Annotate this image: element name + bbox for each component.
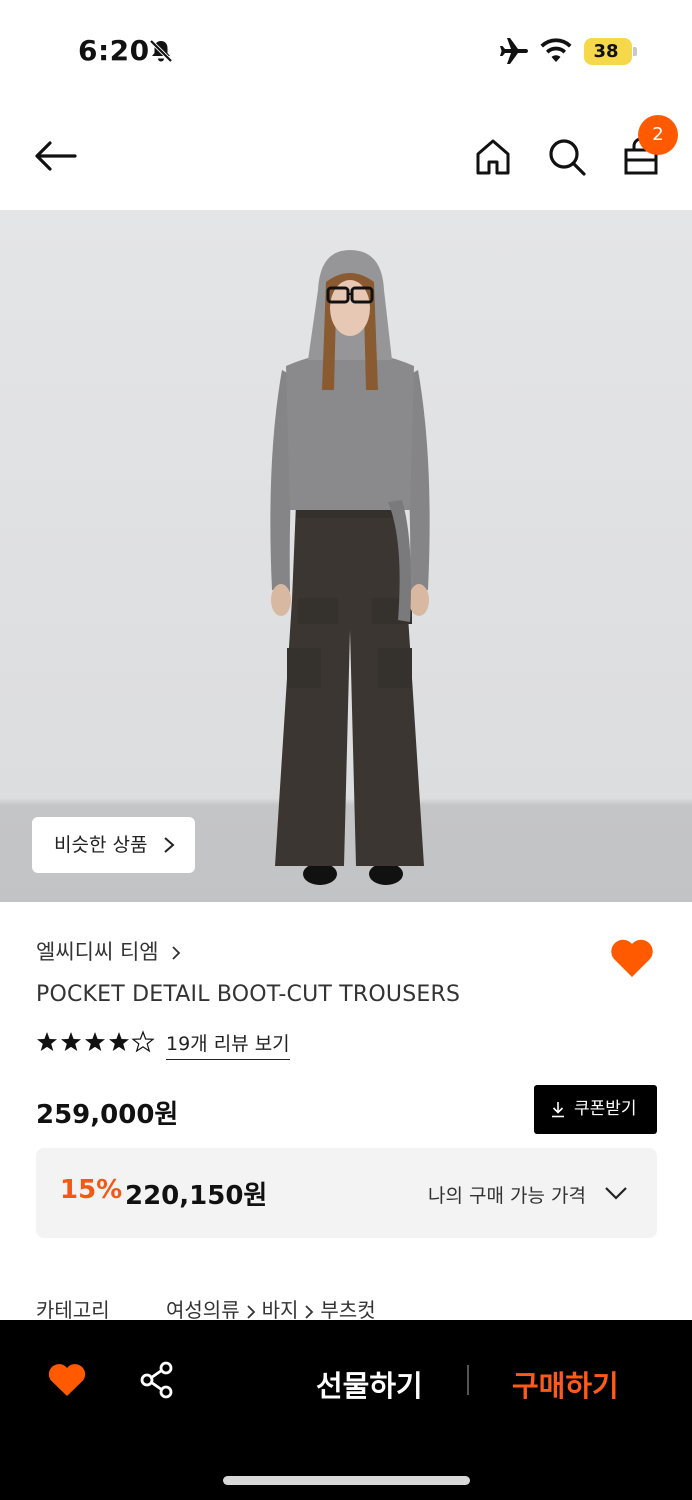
category-label: 카테고리 (36, 1298, 110, 1322)
brand-name: 엘씨디씨 티엠 (36, 940, 159, 964)
top-nav (0, 100, 692, 210)
category-item[interactable]: 바지 (262, 1298, 299, 1322)
category-item[interactable]: 여성의류 (166, 1298, 240, 1322)
search-icon[interactable] (544, 134, 590, 180)
chevron-down-icon (605, 1187, 627, 1200)
category-breadcrumb: 카테고리 여성의류 바지 부츠컷 (36, 1294, 376, 1323)
product-image[interactable]: 비슷한 상품 (0, 210, 692, 902)
download-icon (552, 1102, 564, 1118)
review-link[interactable]: 19개 리뷰 보기 (166, 1029, 290, 1060)
discount-price: 220,150원 (125, 1181, 268, 1211)
home-indicator[interactable] (223, 1476, 470, 1485)
discount-percent: 15% (60, 1175, 123, 1205)
chevron-right-icon (305, 1304, 314, 1319)
category-item[interactable]: 부츠컷 (320, 1298, 375, 1322)
similar-products-button[interactable]: 비슷한 상품 (32, 817, 195, 873)
chevron-right-icon (171, 946, 180, 960)
status-time: 6:20 (78, 34, 150, 67)
my-price-box[interactable]: 15% 220,150원 나의 구매 가능 가격 (36, 1148, 657, 1238)
original-price: 259,000원 (36, 1100, 179, 1130)
heart-wishlist-icon[interactable] (47, 1362, 87, 1398)
product-title: POCKET DETAIL BOOT-CUT TROUSERS (36, 982, 461, 1007)
brand-link[interactable]: 엘씨디씨 티엠 (36, 936, 181, 966)
battery-indicator: 38 (584, 38, 637, 65)
share-icon[interactable] (138, 1360, 176, 1400)
bottom-action-bar: 선물하기 구매하기 (0, 1320, 692, 1500)
gift-button[interactable]: 선물하기 (316, 1363, 423, 1405)
battery-cap (633, 47, 637, 56)
bell-slash-icon (149, 39, 173, 63)
coupon-button[interactable]: 쿠폰받기 (534, 1085, 657, 1134)
chevron-right-icon (246, 1304, 255, 1319)
cart-count-badge[interactable]: 2 (638, 115, 678, 155)
back-arrow-icon[interactable] (30, 136, 80, 176)
similar-products-label: 비슷한 상품 (54, 834, 148, 856)
my-price-label: 나의 구매 가능 가격 (428, 1185, 586, 1207)
home-icon[interactable] (470, 134, 516, 180)
chevron-right-icon (164, 837, 175, 853)
battery-level: 38 (593, 41, 619, 62)
model-illustration (270, 250, 430, 885)
divider (467, 1365, 469, 1395)
status-bar: 6:20 38 (0, 0, 692, 100)
wifi-icon (540, 38, 572, 62)
heart-like-icon[interactable] (609, 937, 655, 979)
coupon-label: 쿠폰받기 (574, 1099, 637, 1119)
star-rating-icon (37, 1030, 155, 1053)
buy-button[interactable]: 구매하기 (512, 1363, 619, 1405)
airplane-icon (500, 38, 528, 64)
